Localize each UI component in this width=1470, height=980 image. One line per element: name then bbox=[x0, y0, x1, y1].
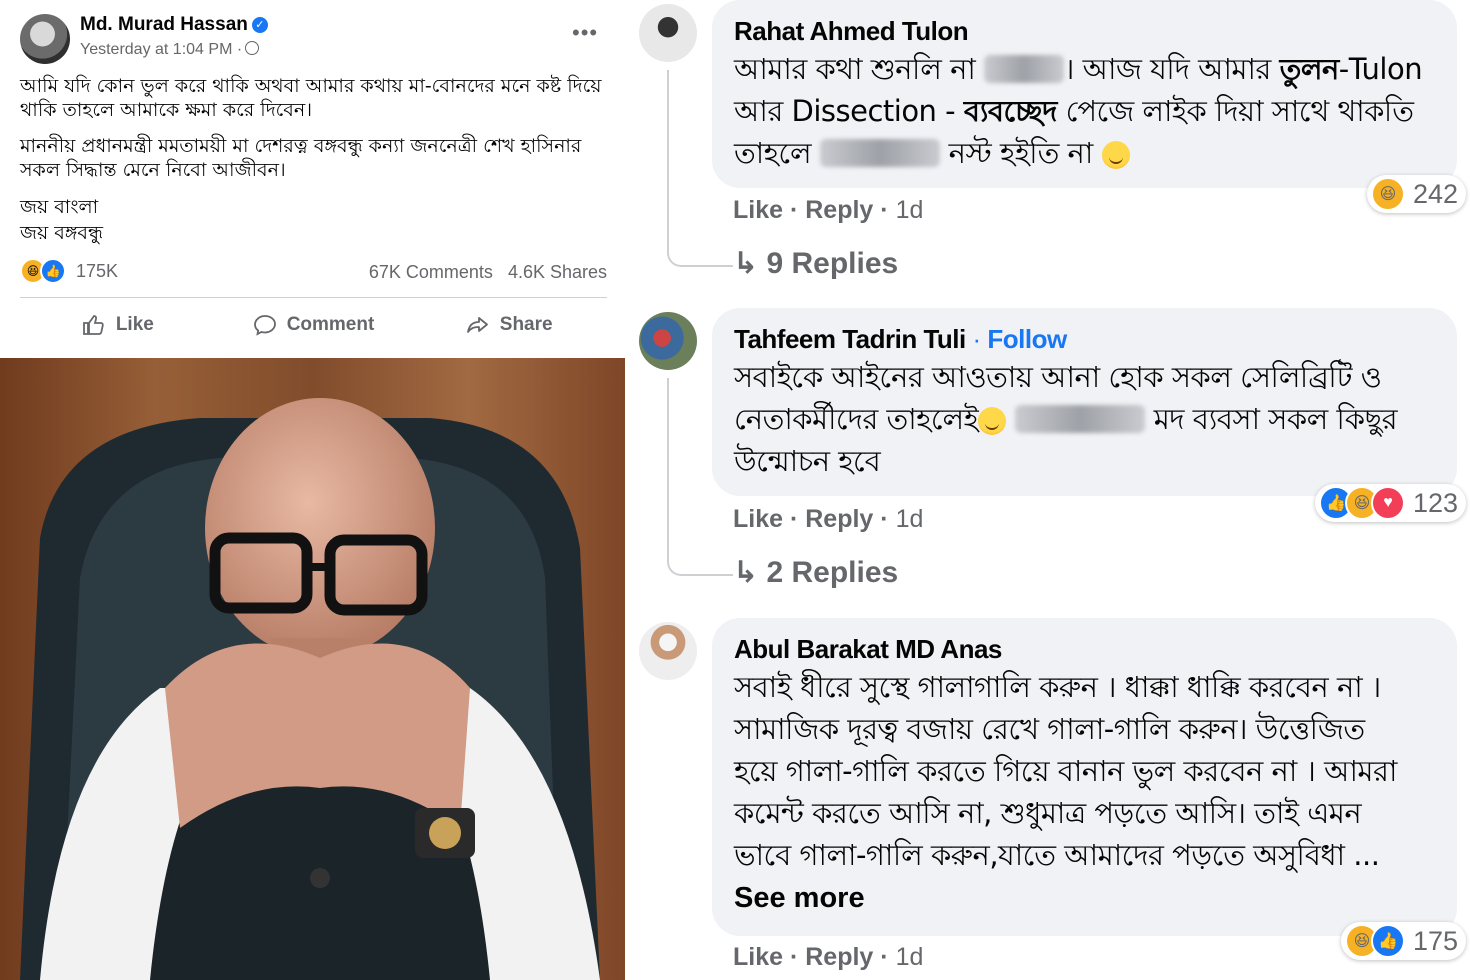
view-replies-link[interactable]: ↳ 2 Replies bbox=[733, 555, 898, 590]
post-paragraph-3-line-2: জয় বঙ্গবন্ধু bbox=[20, 222, 104, 244]
view-replies-link[interactable]: ↳ 9 Replies bbox=[733, 246, 898, 281]
post-meta: Yesterday at 1:04 PM · bbox=[80, 41, 260, 59]
comment-text: -Tulon bbox=[1338, 52, 1423, 86]
comment-text: । আজ যদি আমার bbox=[1064, 52, 1271, 86]
comments-panel: Rahat Ahmed Tulon আমার কথা শুনলি না । আজ… bbox=[625, 0, 1470, 980]
commenter-avatar[interactable] bbox=[639, 312, 697, 370]
comment-text: মদ ব্যবসা সকল কিছুর bbox=[1153, 402, 1398, 436]
comment-text: নেতাকর্মীদের তাহলেই bbox=[734, 402, 979, 436]
comment-reactions[interactable]: 😆 242 bbox=[1367, 175, 1467, 213]
post-reactions[interactable]: 😆 👍 175K bbox=[20, 258, 118, 284]
comment-bubble: Abul Barakat MD Anas সবাই ধীরে সুস্থে গা… bbox=[712, 618, 1457, 936]
comment-text-line: সবাই ধীরে সুস্থে গালাগালি করুন । ধাক্কা … bbox=[734, 670, 1381, 704]
post-paragraph-1: আমি যদি কোন ভুল করে থাকি অথবা আমার কথায়… bbox=[20, 75, 602, 121]
replies-count: 2 Replies bbox=[766, 556, 899, 589]
comment-text-line: কমেন্ট করতে আসি না, শুধুমাত্র পড়তে আসি।… bbox=[734, 796, 1362, 830]
like-icon: 👍 bbox=[40, 258, 66, 284]
smile-emoji-icon bbox=[978, 407, 1007, 435]
comment-reactions[interactable]: 😆 👍 175 bbox=[1341, 922, 1467, 960]
post-photo bbox=[0, 358, 625, 980]
comment-actions: Like · Reply · 1d bbox=[733, 505, 924, 533]
post-paragraph-3-line-1: জয় বাংলা bbox=[20, 196, 99, 218]
comment-actions: Like · Reply · 1d bbox=[733, 196, 924, 224]
comment-text-line: নেতাকর্মীদের তাহলেই মদ ব্যবসা সকল কিছুর bbox=[734, 398, 1434, 440]
comment-reactions[interactable]: 👍 😆 ♥ 123 bbox=[1315, 484, 1467, 522]
comment-time[interactable]: 1d bbox=[896, 196, 924, 224]
reaction-count: 242 bbox=[1413, 178, 1459, 209]
verified-icon: ✓ bbox=[251, 17, 268, 33]
comment-like-link[interactable]: Like bbox=[733, 505, 783, 533]
post-stats: 67K Comments 4.6K Shares bbox=[369, 262, 607, 283]
author-avatar[interactable] bbox=[20, 14, 70, 64]
comment-text: তাহলে bbox=[734, 136, 812, 170]
comment-reply-link[interactable]: Reply bbox=[805, 196, 873, 224]
globe-icon bbox=[245, 41, 260, 55]
comment-button-label: Comment bbox=[286, 314, 375, 335]
comment-text-line: আর Dissection - ব্যবচ্ছেদ পেজে লাইক দিয়… bbox=[734, 90, 1434, 132]
comment-like-link[interactable]: Like bbox=[733, 943, 783, 971]
author-name-row: Md. Murad Hassan ✓ bbox=[80, 14, 268, 36]
reply-arrow-icon: ↳ bbox=[733, 247, 759, 280]
share-button[interactable]: Share bbox=[411, 306, 607, 344]
love-icon: ♥ bbox=[1371, 486, 1405, 520]
comment-text-line: তাহলে নস্ট হইতি না bbox=[734, 132, 1434, 174]
comment-time[interactable]: 1d bbox=[896, 505, 924, 533]
comment-text: নস্ট হইতি না bbox=[948, 136, 1094, 170]
blurred-word bbox=[1014, 405, 1145, 433]
comment-text-line: হয়ে গালা-গালি করতে গিয়ে বানান ভুল করবে… bbox=[734, 754, 1397, 788]
post-timestamp[interactable]: Yesterday at 1:04 PM · bbox=[80, 41, 242, 58]
share-button-label: Share bbox=[499, 314, 553, 335]
comment-text: আর Dissection - bbox=[734, 94, 956, 128]
comment-text-line: সামাজিক দূরত্ব বজায় রেখে গালা-গালি করুন… bbox=[734, 712, 1365, 746]
share-outline-icon bbox=[466, 317, 488, 333]
comment-bold-text: তুলন bbox=[1279, 52, 1340, 86]
commenter-name[interactable]: Abul Barakat MD Anas bbox=[734, 634, 1002, 665]
commenter-name[interactable]: Rahat Ahmed Tulon bbox=[734, 16, 969, 47]
like-outline-icon bbox=[82, 315, 104, 335]
haha-icon: 😆 bbox=[1371, 177, 1405, 211]
comment-like-link[interactable]: Like bbox=[733, 196, 783, 224]
more-icon[interactable]: ••• bbox=[572, 20, 598, 46]
commenter-avatar[interactable] bbox=[639, 622, 697, 680]
divider bbox=[20, 297, 607, 298]
comment-text: আমার কথা শুনলি না bbox=[734, 52, 976, 86]
comment-text-line: আমার কথা শুনলি না । আজ যদি আমার তুলন-Tul… bbox=[734, 48, 1434, 90]
commenter-name[interactable]: Tahfeem Tadrin Tuli bbox=[734, 324, 966, 354]
comment-outline-icon bbox=[253, 315, 276, 336]
portrait-image bbox=[0, 358, 625, 980]
replies-count: 9 Replies bbox=[766, 247, 899, 280]
comment-reply-link[interactable]: Reply bbox=[805, 505, 873, 533]
page-link[interactable]: ব্যবচ্ছেদ bbox=[964, 94, 1058, 128]
like-icon: 👍 bbox=[1371, 924, 1405, 958]
reply-arrow-icon: ↳ bbox=[733, 556, 759, 589]
shares-count[interactable]: 4.6K Shares bbox=[508, 262, 607, 282]
comment-time[interactable]: 1d bbox=[896, 943, 924, 971]
comments-count[interactable]: 67K Comments bbox=[369, 262, 493, 282]
see-more-link[interactable]: See more bbox=[734, 882, 865, 915]
post-paragraph-2: মাননীয় প্রধানমন্ত্রী মমতাময়ী মা দেশরত্… bbox=[20, 135, 582, 181]
comment-bubble: Tahfeem Tadrin Tuli · Follow সবাইকে আইনে… bbox=[712, 308, 1457, 496]
comment-actions: Like · Reply · 1d bbox=[733, 943, 924, 971]
like-button[interactable]: Like bbox=[20, 306, 216, 344]
commenter-name-row: Tahfeem Tadrin Tuli · Follow bbox=[734, 324, 1067, 354]
comment-reply-link[interactable]: Reply bbox=[805, 943, 873, 971]
comment-text-line: সবাইকে আইনের আওতায় আনা হোক সকল সেলিব্রি… bbox=[734, 360, 1382, 394]
comment-text-line: উন্মোচন হবে bbox=[734, 444, 881, 478]
reaction-count: 175 bbox=[1413, 925, 1459, 956]
comment-button[interactable]: Comment bbox=[216, 306, 412, 344]
blurred-word bbox=[984, 55, 1065, 83]
comment-text: পেজে লাইক দিয়া সাথে থাকতি bbox=[1065, 94, 1414, 128]
post-actions: Like Comment Share bbox=[20, 306, 607, 344]
facebook-post: Md. Murad Hassan ✓ Yesterday at 1:04 PM ·… bbox=[0, 0, 625, 356]
smile-emoji-icon bbox=[1101, 141, 1130, 169]
author-name[interactable]: Md. Murad Hassan bbox=[80, 14, 248, 35]
reaction-count: 123 bbox=[1413, 487, 1459, 518]
like-button-label: Like bbox=[115, 314, 154, 335]
comment-bubble: Rahat Ahmed Tulon আমার কথা শুনলি না । আজ… bbox=[712, 0, 1457, 188]
comment-text-line: ভাবে গালা-গালি করুন,যাতে আমাদের পড়তে অস… bbox=[734, 838, 1380, 872]
reactions-count: 175K bbox=[76, 260, 119, 281]
follow-button[interactable]: Follow bbox=[987, 324, 1067, 354]
commenter-avatar[interactable] bbox=[639, 4, 697, 62]
blurred-word bbox=[819, 139, 940, 167]
